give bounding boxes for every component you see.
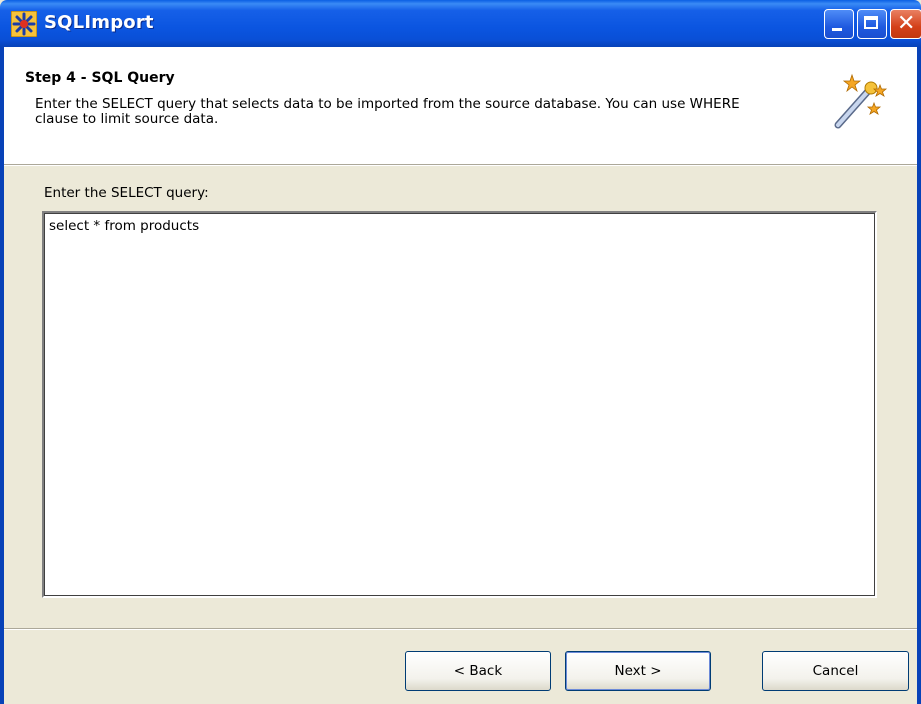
maximize-button[interactable]: [857, 9, 887, 39]
back-button[interactable]: < Back: [405, 651, 551, 691]
query-input[interactable]: select * from products: [44, 213, 875, 596]
magic-wand-icon: [834, 73, 888, 129]
wizard-window: SQLImport ✕ Step 4 - SQL Query Enter the…: [0, 0, 921, 704]
query-box: select * from products: [42, 211, 877, 598]
window-border-right: [917, 47, 921, 704]
close-icon: ✕: [897, 11, 916, 36]
footer-divider-highlight: [4, 629, 917, 630]
app-icon: [11, 11, 37, 37]
next-button[interactable]: Next >: [565, 651, 711, 691]
step-title: Step 4 - SQL Query: [25, 70, 175, 86]
minimize-button[interactable]: [824, 9, 854, 39]
query-label: Enter the SELECT query:: [44, 185, 209, 201]
cancel-button[interactable]: Cancel: [762, 651, 909, 691]
wizard-header: Step 4 - SQL Query Enter the SELECT quer…: [4, 47, 917, 164]
header-divider-highlight: [4, 165, 917, 166]
close-button[interactable]: ✕: [890, 9, 921, 39]
step-description: Enter the SELECT query that selects data…: [35, 96, 740, 127]
window-title: SQLImport: [44, 12, 154, 33]
title-bar[interactable]: SQLImport ✕: [0, 0, 921, 47]
